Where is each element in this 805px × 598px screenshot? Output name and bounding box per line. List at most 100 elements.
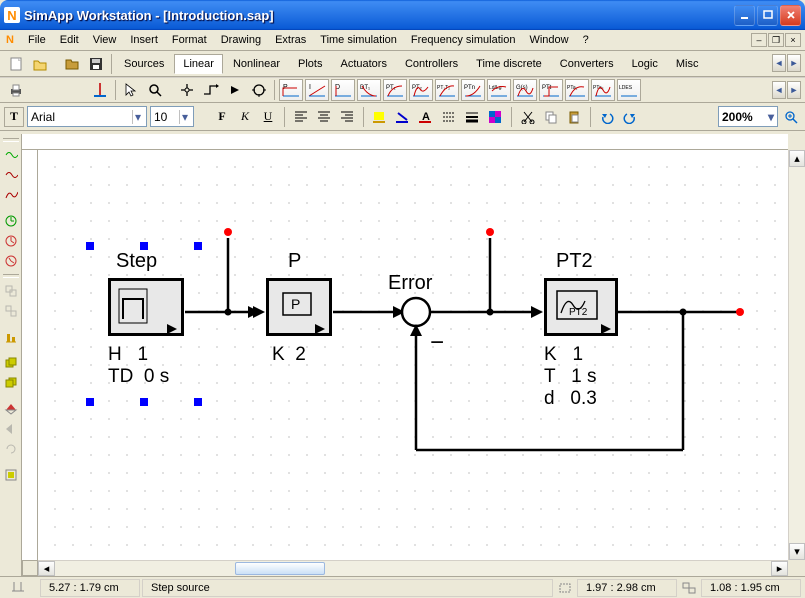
side-clock-2[interactable] <box>2 232 20 250</box>
palette-ldlg[interactable]: Ld/Lg <box>487 79 511 101</box>
align-right-button[interactable] <box>337 107 357 127</box>
minimize-button[interactable] <box>734 5 755 26</box>
palette-i[interactable]: I <box>305 79 329 101</box>
mdi-minimize-button[interactable]: – <box>751 33 767 47</box>
underline-button[interactable]: U <box>258 107 278 127</box>
cut-button[interactable] <box>518 107 538 127</box>
menu-file[interactable]: File <box>21 32 53 48</box>
scrollbar-horizontal[interactable]: ◂ ▸ <box>38 560 788 576</box>
tab-actuators[interactable]: Actuators <box>333 54 395 74</box>
mdi-restore-button[interactable]: ❐ <box>768 33 784 47</box>
menu-format[interactable]: Format <box>165 32 214 48</box>
copy-button[interactable] <box>541 107 561 127</box>
line-style-button[interactable] <box>439 107 459 127</box>
menu-insert[interactable]: Insert <box>123 32 165 48</box>
menu-time-simulation[interactable]: Time simulation <box>313 32 404 48</box>
open-button[interactable] <box>29 53 51 75</box>
zoom-in-button[interactable] <box>781 107 801 127</box>
scroll-right-button[interactable]: ▸ <box>771 561 788 576</box>
side-rotate[interactable] <box>2 440 20 458</box>
scroll-down-button[interactable]: ▾ <box>789 543 805 560</box>
tab-scroll-right[interactable]: ► <box>787 54 801 72</box>
probe-tool[interactable] <box>89 79 111 101</box>
scrollbar-vertical[interactable]: ▴ ▾ <box>788 150 805 560</box>
block-pt2[interactable]: PT2 <box>544 278 618 336</box>
tab-logic[interactable]: Logic <box>624 54 666 74</box>
side-group[interactable] <box>2 282 20 300</box>
scroll-thumb[interactable] <box>235 562 325 575</box>
align-center-button[interactable] <box>314 107 334 127</box>
font-name-select[interactable]: Arial▾ <box>27 106 147 127</box>
palette-pt2[interactable]: PT₂ <box>409 79 433 101</box>
side-tool-1[interactable] <box>2 146 20 164</box>
ruler-corner[interactable] <box>22 560 38 576</box>
tab-misc[interactable]: Misc <box>668 54 707 74</box>
tab-nonlinear[interactable]: Nonlinear <box>225 54 288 74</box>
palette-pta1[interactable]: PTa₁ <box>565 79 589 101</box>
fill-color-button[interactable] <box>370 107 390 127</box>
tab-linear[interactable]: Linear <box>174 54 223 74</box>
menu-window[interactable]: Window <box>522 32 575 48</box>
reverse-tool[interactable] <box>224 79 246 101</box>
italic-button[interactable]: K <box>235 107 255 127</box>
text-tool[interactable]: T <box>4 107 24 127</box>
palette-scroll-right[interactable]: ► <box>787 81 801 99</box>
palette-ptt[interactable]: PTt <box>539 79 563 101</box>
new-button[interactable] <box>5 53 27 75</box>
mdi-close-button[interactable]: × <box>785 33 801 47</box>
scroll-up-button[interactable]: ▴ <box>789 150 805 167</box>
side-ungroup[interactable] <box>2 302 20 320</box>
side-clock-1[interactable] <box>2 212 20 230</box>
side-front[interactable] <box>2 354 20 372</box>
block-step[interactable] <box>108 278 184 336</box>
zoom-tool[interactable] <box>144 79 166 101</box>
menu-help[interactable]: ? <box>576 32 596 48</box>
palette-scroll-left[interactable]: ◄ <box>772 81 786 99</box>
menu-drawing[interactable]: Drawing <box>214 32 268 48</box>
side-tool-2[interactable] <box>2 166 20 184</box>
wire-tool[interactable] <box>200 79 222 101</box>
pattern-button[interactable] <box>485 107 505 127</box>
palette-pt1[interactable]: PT₁ <box>383 79 407 101</box>
save-button[interactable] <box>85 53 107 75</box>
pointer-tool[interactable] <box>120 79 142 101</box>
scroll-left-button[interactable]: ◂ <box>38 561 55 576</box>
block-p[interactable]: P <box>266 278 332 336</box>
align-left-button[interactable] <box>291 107 311 127</box>
undo-button[interactable] <box>597 107 617 127</box>
side-flip-h[interactable] <box>2 420 20 438</box>
text-color-button[interactable]: A <box>416 107 436 127</box>
side-align[interactable] <box>2 328 20 346</box>
menu-view[interactable]: View <box>86 32 124 48</box>
tab-sources[interactable]: Sources <box>116 54 172 74</box>
close-button[interactable] <box>780 5 801 26</box>
palette-pta2[interactable]: PTa₂ <box>591 79 615 101</box>
print-button[interactable] <box>5 79 27 101</box>
line-color-button[interactable] <box>393 107 413 127</box>
side-back[interactable] <box>2 374 20 392</box>
redo-button[interactable] <box>620 107 640 127</box>
maximize-button[interactable] <box>757 5 778 26</box>
side-flip-v[interactable] <box>2 400 20 418</box>
tab-time-discrete[interactable]: Time discrete <box>468 54 550 74</box>
tab-plots[interactable]: Plots <box>290 54 330 74</box>
tab-scroll-left[interactable]: ◄ <box>772 54 786 72</box>
bold-button[interactable]: F <box>212 107 232 127</box>
side-clock-3[interactable] <box>2 252 20 270</box>
side-layers[interactable] <box>2 466 20 484</box>
palette-ptn[interactable]: PTn <box>461 79 485 101</box>
folder-button[interactable] <box>61 53 83 75</box>
tab-converters[interactable]: Converters <box>552 54 622 74</box>
tab-controllers[interactable]: Controllers <box>397 54 466 74</box>
palette-pt1t2[interactable]: PT₁T₂ <box>435 79 459 101</box>
palette-d[interactable]: D <box>331 79 355 101</box>
font-size-select[interactable]: 10▾ <box>150 106 194 127</box>
pan-tool[interactable] <box>176 79 198 101</box>
paste-button[interactable] <box>564 107 584 127</box>
palette-dt1[interactable]: DT₁ <box>357 79 381 101</box>
canvas[interactable]: − Step H 1 TD 0 s P P K 2 Error PT2 PT2 <box>38 150 788 560</box>
menu-frequency-simulation[interactable]: Frequency simulation <box>404 32 523 48</box>
line-width-button[interactable] <box>462 107 482 127</box>
palette-gs[interactable]: G(s) <box>513 79 537 101</box>
side-tool-3[interactable] <box>2 186 20 204</box>
